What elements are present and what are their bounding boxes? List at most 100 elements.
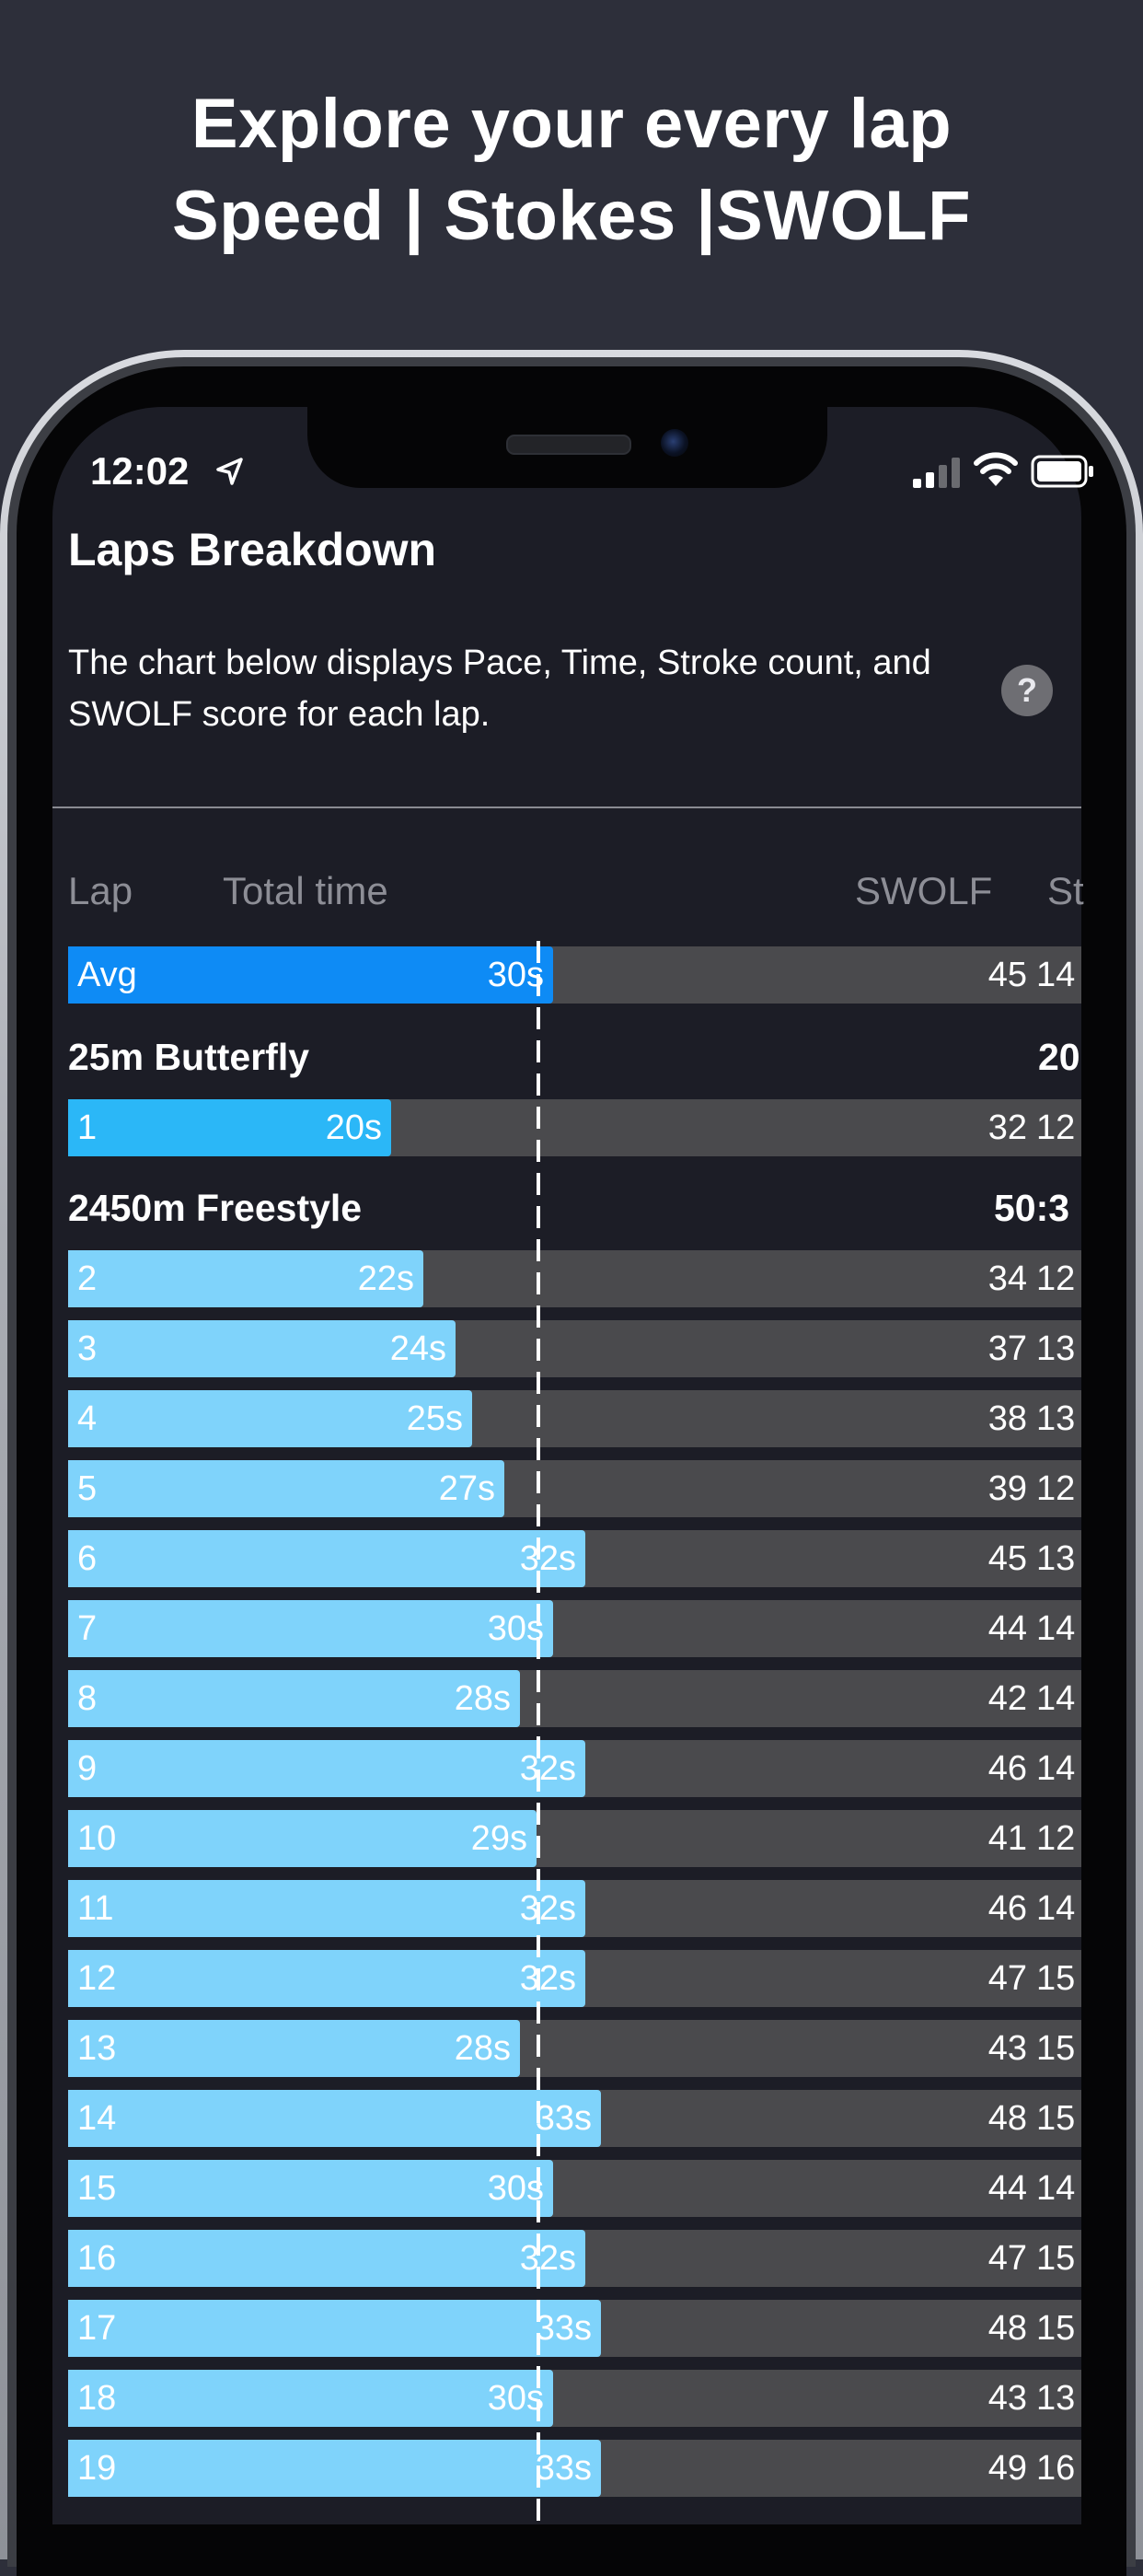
lap-number: 14	[77, 2099, 117, 2138]
column-header-strokes: St	[1047, 869, 1084, 912]
swolf-value: 34	[987, 1259, 1027, 1298]
stroke-count: 12	[1036, 1469, 1076, 1508]
lap-number: 5	[77, 1469, 98, 1508]
column-header-lap: Lap	[68, 869, 133, 912]
lap-number: Avg	[77, 956, 137, 994]
lap-number: 2	[77, 1259, 98, 1298]
stroke-count: 13	[1036, 1399, 1076, 1438]
swolf-value: 43	[987, 2029, 1027, 2068]
lap-number: 10	[77, 1819, 117, 1858]
swolf-value: 39	[987, 1469, 1027, 1508]
swolf-value: 46	[987, 1749, 1027, 1788]
stroke-count: 12	[1036, 1259, 1076, 1298]
promo-line-2: Speed | Stokes |SWOLF	[171, 177, 972, 255]
lap-number: 11	[77, 1889, 114, 1928]
stroke-count: 15	[1036, 2029, 1076, 2068]
swolf-value: 44	[987, 2169, 1027, 2208]
lap-number: 7	[77, 1609, 98, 1648]
lap-time: 30s	[487, 1609, 544, 1648]
lap-number: 15	[77, 2169, 117, 2208]
lap-time: 33s	[535, 2449, 592, 2488]
stroke-count: 12	[1036, 1108, 1076, 1147]
lap-time: 20s	[325, 1108, 382, 1147]
stroke-count: 13	[1036, 1539, 1076, 1578]
stroke-count: 13	[1036, 2379, 1076, 2418]
column-header-swolf: SWOLF	[855, 869, 993, 912]
lap-number: 12	[77, 1959, 117, 1998]
stroke-count: 14	[1036, 956, 1076, 994]
lap-number: 8	[77, 1679, 98, 1718]
lap-time: 22s	[357, 1259, 414, 1298]
swolf-value: 47	[987, 2239, 1027, 2278]
stroke-count: 14	[1036, 2169, 1076, 2208]
lap-time: 32s	[519, 1539, 576, 1578]
swolf-value: 32	[987, 1108, 1027, 1147]
lap-number: 3	[77, 1329, 98, 1368]
swolf-value: 41	[987, 1819, 1027, 1858]
lap-time: 30s	[487, 2379, 544, 2418]
help-button[interactable]: ?	[1001, 665, 1053, 716]
swolf-value: 48	[987, 2309, 1027, 2348]
swolf-value: 49	[987, 2449, 1027, 2488]
page-title: Laps Breakdown	[68, 524, 437, 575]
front-camera	[661, 429, 688, 457]
section-heading: 25m Butterfly	[68, 1036, 310, 1078]
stroke-count: 12	[1036, 1819, 1076, 1858]
lap-time: 32s	[519, 1959, 576, 1998]
laps-chart: Avg 30s 45 14 25m Butterfly 20 1 20s 32 12 2450m F…	[52, 921, 1081, 2524]
stroke-count: 15	[1036, 2099, 1076, 2138]
lap-time: 32s	[519, 2239, 576, 2278]
lap-time: 32s	[519, 1749, 576, 1788]
lap-number: 1	[77, 1108, 98, 1147]
lap-time: 25s	[406, 1399, 463, 1438]
chart-description: The chart below displays Pace, Time, Str…	[68, 644, 931, 734]
location-arrow-icon	[216, 458, 243, 485]
lap-time: 24s	[389, 1329, 446, 1368]
signal-icon	[913, 458, 960, 488]
stroke-count: 15	[1036, 1959, 1076, 1998]
swolf-value: 46	[987, 1889, 1027, 1928]
lap-time: 33s	[535, 2099, 592, 2138]
lap-number: 9	[77, 1749, 98, 1788]
lap-number: 18	[77, 2379, 117, 2418]
lap-number: 4	[77, 1399, 98, 1438]
lap-time: 27s	[438, 1469, 495, 1508]
lap-number: 6	[77, 1539, 98, 1578]
stroke-count: 14	[1036, 1749, 1076, 1788]
stroke-count: 14	[1036, 1889, 1076, 1928]
earpiece-speaker	[506, 435, 631, 455]
section-total-time: 50:3	[994, 1187, 1070, 1229]
column-header-total-time: Total time	[223, 869, 388, 912]
stroke-count: 16	[1036, 2449, 1076, 2488]
swolf-value: 47	[987, 1959, 1027, 1998]
divider	[52, 806, 1081, 808]
swolf-value: 45	[987, 1539, 1027, 1578]
promo-line-1: Explore your every lap	[190, 85, 952, 163]
lap-time: 29s	[470, 1819, 527, 1858]
status-time: 12:02	[90, 449, 190, 493]
average-pace-line	[537, 941, 540, 2524]
stroke-count: 15	[1036, 2239, 1076, 2278]
lap-time: 28s	[454, 2029, 511, 2068]
swolf-value: 37	[987, 1329, 1027, 1368]
swolf-value: 43	[987, 2379, 1027, 2418]
swolf-value: 48	[987, 2099, 1027, 2138]
lap-time: 32s	[519, 1889, 576, 1928]
lap-number: 19	[77, 2449, 117, 2488]
lap-number: 16	[77, 2239, 117, 2278]
section-total-time: 20	[1038, 1036, 1080, 1078]
lap-number: 17	[77, 2309, 117, 2348]
promo-headline: Explore your every lap Speed | Stokes |S…	[0, 78, 1143, 262]
section-heading: 2450m Freestyle	[68, 1187, 363, 1229]
stroke-count: 14	[1036, 1679, 1076, 1718]
lap-time: 33s	[535, 2309, 592, 2348]
lap-number: 13	[77, 2029, 117, 2068]
stroke-count: 15	[1036, 2309, 1076, 2348]
swolf-value: 44	[987, 1609, 1027, 1648]
stroke-count: 13	[1036, 1329, 1076, 1368]
swolf-value: 42	[987, 1679, 1027, 1718]
swolf-value: 45	[987, 956, 1027, 994]
wifi-icon	[974, 452, 1018, 486]
battery-icon	[1031, 455, 1093, 488]
lap-time: 28s	[454, 1679, 511, 1718]
